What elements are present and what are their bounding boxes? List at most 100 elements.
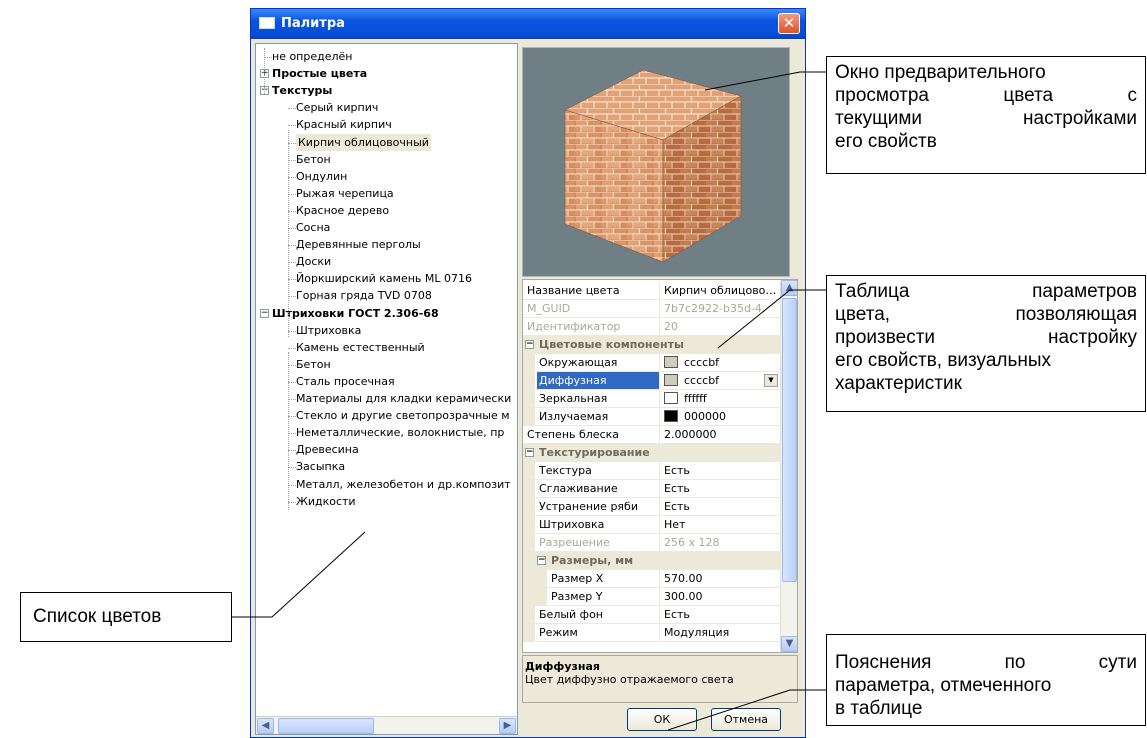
tree-group[interactable]: Простые цвета [272,65,367,82]
property-value[interactable]: 2.000000 [659,426,781,443]
collapse-icon[interactable]: − [525,340,534,349]
tree-group[interactable]: Текстуры [272,82,332,99]
property-row[interactable]: Диффузная ccccbf ▼ [523,372,781,390]
tree-item[interactable]: Серый кирпич [296,99,378,116]
property-value[interactable]: Есть [659,462,781,479]
property-category[interactable]: − Размеры, мм [523,552,781,570]
property-row[interactable]: Зеркальная ffffff [523,390,781,408]
property-value[interactable]: Есть [659,498,781,515]
indent-gutter [523,354,535,372]
expand-toggle-icon[interactable]: − [260,308,269,318]
color-tree[interactable]: не определён + Простые цвета − Текстуры Серый… [256,44,517,712]
property-value[interactable]: ccccbf [659,354,781,371]
horizontal-scrollbar[interactable]: ◀ ▶ [256,716,517,734]
tree-item[interactable]: Древесина [296,441,359,458]
property-category[interactable]: − Цветовые компоненты [523,336,781,354]
property-row[interactable]: Размер X 570.00 [523,570,781,588]
property-value[interactable]: Есть [659,480,781,497]
property-row[interactable]: Название цвета Кирпич облицово… [523,282,781,300]
title-bar[interactable]: Палитра ✕ [251,9,805,39]
callout-line: характеристик [835,373,962,394]
tree-item[interactable]: Засыпка [296,458,345,475]
tree-group[interactable]: Штриховки ГОСТ 2.306-68 [272,305,439,322]
property-row[interactable]: Штриховка Нет [523,516,781,534]
property-value[interactable]: ffffff [659,390,781,407]
property-value[interactable]: Модуляция [659,624,781,641]
tree-item[interactable]: Бетон [296,151,331,168]
tree-item[interactable]: Йоркширский камень ML 0716 [296,270,472,287]
scroll-left-icon[interactable]: ◀ [257,718,274,734]
help-text: Цвет диффузно отражаемого света [525,673,734,686]
brick-cube-image [564,69,742,263]
property-row[interactable]: M_GUID 7b7c2922-b35d-4 [523,300,781,318]
property-row[interactable]: Устранение ряби Есть [523,498,781,516]
property-row[interactable]: Размер Y 300.00 [523,588,781,606]
property-row[interactable]: Белый фон Есть [523,606,781,624]
cancel-button[interactable]: Отмена [711,708,781,731]
property-value[interactable]: ccccbf [659,372,781,389]
vertical-scrollbar[interactable]: ▲ ▼ [780,280,797,652]
scroll-right-icon[interactable]: ▶ [499,718,516,734]
tree-item[interactable]: Горная гряда TVD 0708 [296,287,432,304]
tree-item[interactable]: Сталь просечная [296,373,395,390]
property-value[interactable]: 300.00 [659,588,781,605]
property-name: Размер Y [551,590,603,603]
property-value[interactable]: Кирпич облицово… [659,282,781,299]
property-row[interactable]: Разрешение 256 x 128 [523,534,781,552]
property-row[interactable]: Режим Модуляция [523,624,781,642]
callout-line: текущими настройками [835,108,1137,129]
indent-gutter [523,462,535,480]
property-value-text: 000000 [684,410,726,423]
tree-item[interactable]: Металл, железобетон и др.композит [296,476,511,493]
tree-item[interactable]: Камень естественный [296,339,425,356]
property-category[interactable]: − Текстурирование [523,444,781,462]
indent-gutter [523,534,535,552]
property-value[interactable]: 20 [659,318,781,335]
property-value[interactable]: 570.00 [659,570,781,587]
property-value[interactable]: Есть [659,606,781,623]
callout-line: Пояснения по сути [835,652,1137,673]
tree-item[interactable]: Красное дерево [296,202,389,219]
indent-gutter [523,408,535,426]
indent-gutter [523,588,547,606]
scroll-thumb[interactable] [782,298,797,582]
collapse-icon[interactable]: − [525,448,534,457]
tree-item[interactable]: Материалы для кладки керамически [296,390,511,407]
callout-line: Окно предварительного [835,62,1046,83]
collapse-icon[interactable]: − [537,556,546,565]
callout-line: Таблица параметров [835,281,1137,302]
tree-item[interactable]: Бетон [296,356,331,373]
property-value[interactable]: 256 x 128 [659,534,781,551]
close-button[interactable]: ✕ [778,13,800,34]
tree-item[interactable]: Неметаллические, волокнистые, пр [296,424,504,441]
property-value[interactable]: 7b7c2922-b35d-4 [659,300,781,317]
tree-item[interactable]: Деревянные перголы [296,236,421,253]
tree-item[interactable]: Рыжая черепица [296,185,394,202]
property-value[interactable]: Нет [659,516,781,533]
tree-item[interactable]: Жидкости [296,493,356,510]
scroll-down-icon[interactable]: ▼ [781,636,797,652]
property-row[interactable]: Текстура Есть [523,462,781,480]
property-row[interactable]: Излучаемая 000000 [523,408,781,426]
tree-connector [288,501,296,503]
property-row[interactable]: Степень блеска 2.000000 [523,426,781,444]
tree-group[interactable]: не определён [272,48,353,65]
tree-item[interactable]: Штриховка [296,322,361,339]
indent-gutter [523,480,535,498]
tree-item[interactable]: Доски [296,253,331,270]
scroll-thumb[interactable] [278,718,374,734]
property-name: Зеркальная [539,392,608,405]
property-row[interactable]: Окружающая ccccbf [523,354,781,372]
dropdown-arrow-icon[interactable]: ▼ [764,374,778,387]
property-grid[interactable]: ▲ ▼ Название цвета Кирпич облицово… M_GUID… [522,279,798,653]
ok-button[interactable]: ОК [627,708,697,731]
tree-item[interactable]: Сосна [296,219,330,236]
scroll-up-icon[interactable]: ▲ [781,280,797,296]
tree-item[interactable]: Ондулин [296,168,347,185]
tree-item[interactable]: Кирпич облицовочный [296,133,431,151]
property-row[interactable]: Идентификатор 20 [523,318,781,336]
tree-item[interactable]: Стекло и другие светопрозрачные м [296,407,510,424]
tree-item[interactable]: Красный кирпич [296,116,392,133]
property-value[interactable]: 000000 [659,408,781,425]
property-row[interactable]: Сглаживание Есть [523,480,781,498]
